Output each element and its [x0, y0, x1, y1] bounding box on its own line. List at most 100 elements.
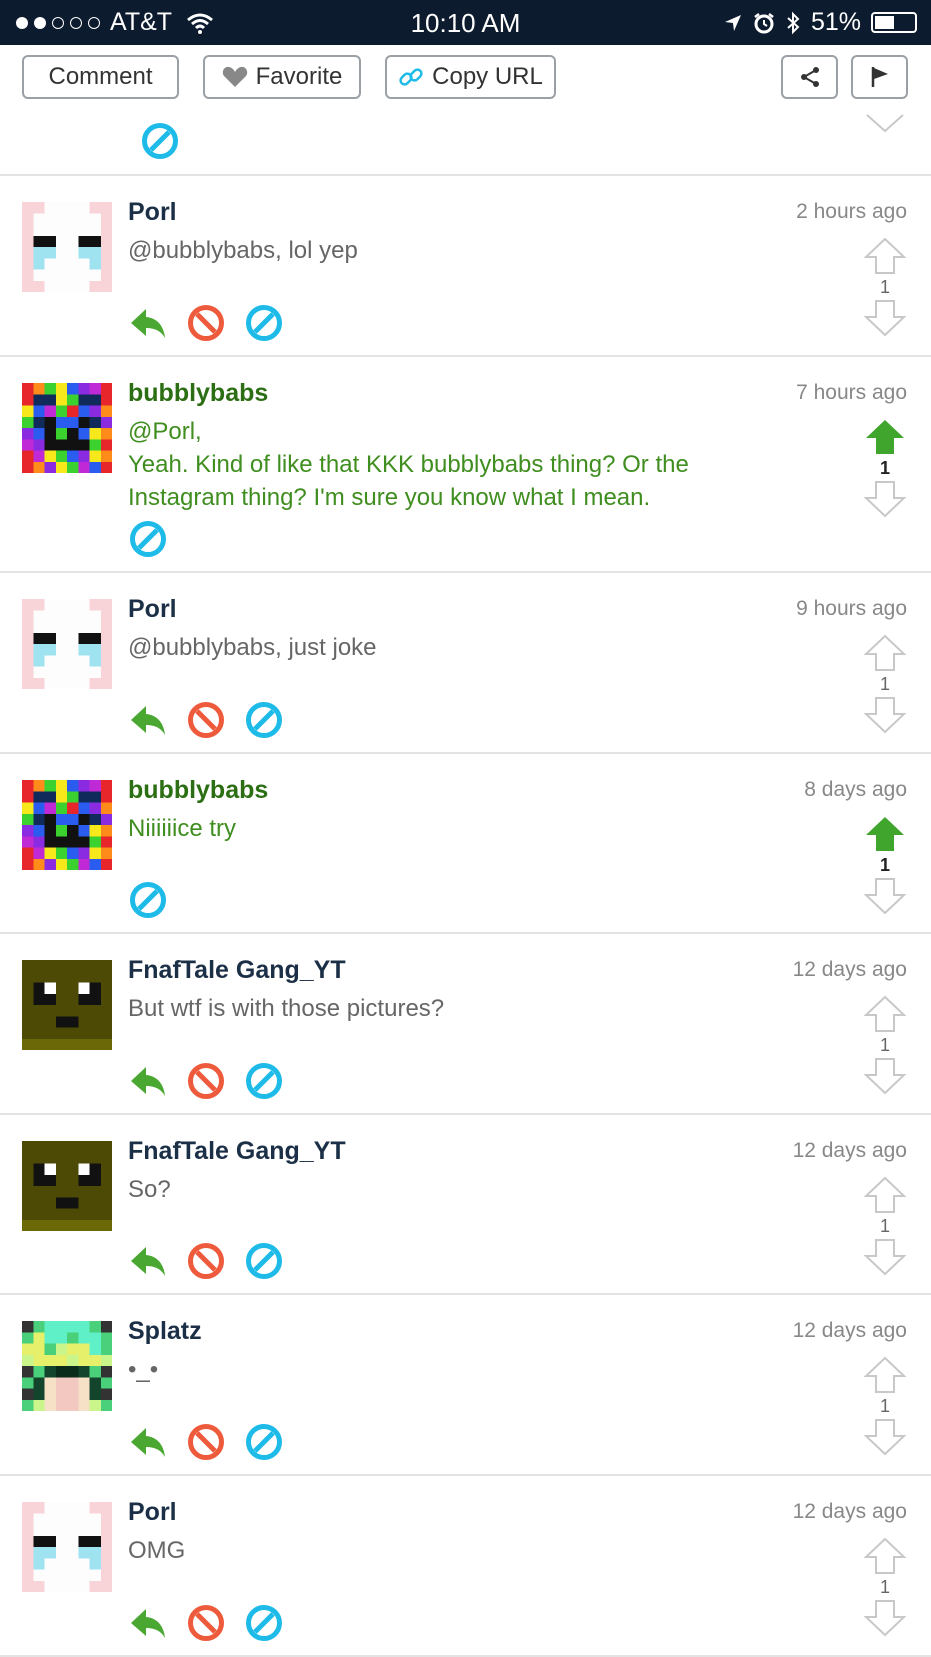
comment-button[interactable]: Comment — [22, 55, 179, 99]
blue-block-icon[interactable] — [244, 303, 284, 343]
comment-actions — [128, 1603, 284, 1643]
comment-author[interactable]: bubblybabs — [128, 776, 268, 805]
blue-block-icon[interactable] — [244, 700, 284, 740]
up-arrow-icon[interactable] — [863, 994, 907, 1034]
vote-box: 1 — [863, 236, 907, 338]
comment-button-label: Comment — [48, 63, 153, 90]
up-arrow-icon[interactable] — [863, 1175, 907, 1215]
battery-percent: 51% — [810, 8, 861, 36]
avatar[interactable] — [22, 383, 112, 473]
comment-time: 2 hours ago — [796, 200, 907, 223]
vote-count: 1 — [879, 277, 890, 297]
red-block-icon[interactable] — [186, 1061, 226, 1101]
vote-count: 1 — [879, 1577, 890, 1597]
comment-text: @Porl, Yeah. Kind of like that KKK bubbl… — [128, 418, 689, 511]
comment-text: @bubblybabs, lol yep — [128, 237, 358, 264]
location-icon — [724, 14, 741, 31]
status-bar: AT&T 10:10 AM 51% — [0, 0, 931, 45]
up-arrow-icon[interactable] — [863, 1355, 907, 1395]
share-button[interactable] — [781, 55, 838, 99]
down-arrow-icon[interactable] — [863, 876, 907, 916]
comment-author[interactable]: FnafTale Gang_YT — [128, 956, 346, 985]
red-block-icon[interactable] — [186, 1603, 226, 1643]
up-arrow-icon[interactable] — [863, 1536, 907, 1576]
favorite-button-label: Favorite — [255, 63, 343, 90]
avatar[interactable] — [22, 599, 112, 689]
comment-time: 12 days ago — [792, 1500, 907, 1523]
reply-arrow-icon[interactable] — [128, 700, 168, 740]
up-arrow-icon[interactable] — [863, 417, 907, 457]
comment-actions — [128, 1422, 284, 1462]
down-arrow-icon[interactable] — [863, 1598, 907, 1638]
vote-box: 1 — [863, 994, 907, 1096]
battery-fill — [875, 16, 894, 29]
reply-arrow-icon[interactable] — [128, 303, 168, 343]
comment-actions — [128, 1061, 284, 1101]
red-block-icon[interactable] — [186, 303, 226, 343]
up-arrow-icon[interactable] — [863, 814, 907, 854]
vote-box: 1 — [863, 814, 907, 916]
avatar[interactable] — [22, 1141, 112, 1231]
copy-url-button-label: Copy URL — [432, 63, 543, 90]
comment-row: bubblybabs 7 hours ago @Porl, Yeah. Kind o… — [0, 357, 931, 573]
down-arrow-icon[interactable] — [863, 1237, 907, 1277]
comment-text: But wtf is with those pictures? — [128, 995, 445, 1022]
reply-arrow-icon[interactable] — [128, 1603, 168, 1643]
blue-block-icon[interactable] — [244, 1061, 284, 1101]
down-arrow-icon[interactable] — [863, 695, 907, 735]
comment-author[interactable]: bubblybabs — [128, 379, 268, 408]
avatar[interactable] — [22, 960, 112, 1050]
vote-box: 1 — [863, 1536, 907, 1638]
battery-icon — [871, 12, 917, 33]
vote-count: 1 — [879, 458, 890, 478]
blue-block-icon[interactable] — [244, 1422, 284, 1462]
avatar[interactable] — [22, 1321, 112, 1411]
comment-author[interactable]: Splatz — [128, 1317, 202, 1346]
down-arrow-icon[interactable] — [863, 479, 907, 519]
up-arrow-icon[interactable] — [863, 236, 907, 276]
comment-row: FnafTale Gang_YT 12 days ago So? 1 — [0, 1115, 931, 1295]
reply-arrow-icon[interactable] — [128, 1422, 168, 1462]
heart-icon — [222, 66, 247, 87]
favorite-button[interactable]: Favorite — [203, 55, 361, 99]
comment-row: Porl 2 hours ago @bubblybabs, lol yep 1 — [0, 176, 931, 357]
avatar[interactable] — [22, 202, 112, 292]
red-block-icon[interactable] — [186, 1422, 226, 1462]
blue-block-icon[interactable] — [128, 519, 168, 559]
blue-block-icon[interactable] — [128, 880, 168, 920]
up-arrow-icon[interactable] — [863, 633, 907, 673]
down-arrow-icon[interactable] — [863, 1417, 907, 1457]
comment-author[interactable]: Porl — [128, 1498, 177, 1527]
down-arrow-icon[interactable] — [863, 113, 907, 133]
flag-icon — [871, 67, 888, 87]
comment-author[interactable]: FnafTale Gang_YT — [128, 1137, 346, 1166]
comment-actions — [128, 1241, 284, 1281]
blue-block-icon[interactable] — [140, 121, 180, 161]
red-block-icon[interactable] — [186, 1241, 226, 1281]
red-block-icon[interactable] — [186, 700, 226, 740]
comment-row: Porl 12 days ago OMG 1 — [0, 1476, 931, 1657]
bluetooth-icon — [787, 11, 800, 34]
comment-row: Splatz 12 days ago •_• 1 — [0, 1295, 931, 1476]
comment-time: 8 days ago — [804, 778, 907, 801]
down-arrow-icon[interactable] — [863, 1056, 907, 1096]
vote-count: 1 — [879, 855, 890, 875]
comment-row: Porl 9 hours ago @bubblybabs, just joke 1 — [0, 573, 931, 754]
comment-row: bubblybabs 8 days ago Niiiiiice try 1 — [0, 754, 931, 934]
comment-actions — [128, 700, 284, 740]
blue-block-icon[interactable] — [244, 1603, 284, 1643]
comment-author[interactable]: Porl — [128, 595, 177, 624]
comment-author[interactable]: Porl — [128, 198, 177, 227]
down-arrow-icon[interactable] — [863, 298, 907, 338]
flag-button[interactable] — [851, 55, 908, 99]
avatar[interactable] — [22, 780, 112, 870]
copy-url-button[interactable]: Copy URL — [385, 55, 556, 99]
comment-row: FnafTale Gang_YT 12 days ago But wtf is wi… — [0, 934, 931, 1115]
blue-block-icon[interactable] — [244, 1241, 284, 1281]
reply-arrow-icon[interactable] — [128, 1241, 168, 1281]
avatar[interactable] — [22, 1502, 112, 1592]
comment-time: 12 days ago — [792, 958, 907, 981]
reply-arrow-icon[interactable] — [128, 1061, 168, 1101]
vote-count: 1 — [879, 1035, 890, 1055]
action-toolbar: Comment Favorite Copy URL — [0, 45, 931, 113]
